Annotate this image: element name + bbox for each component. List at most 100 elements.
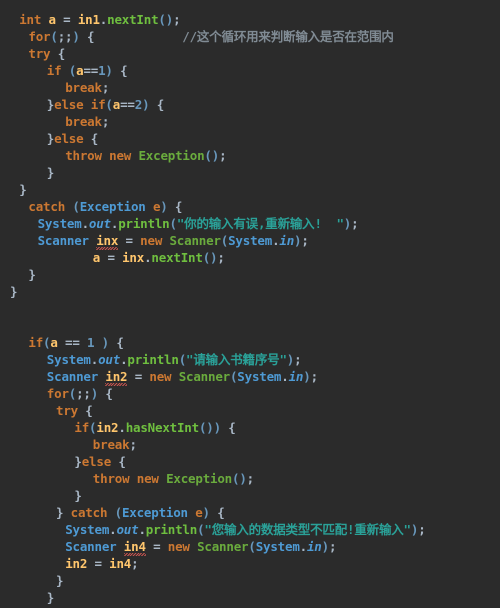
code-token: {	[98, 386, 113, 401]
code-token: System	[237, 369, 282, 384]
code-line[interactable]: }	[0, 589, 500, 606]
code-token: for	[28, 29, 51, 44]
code-line[interactable]: System.out.println("您输入的数据类型不匹配!重新输入");	[0, 521, 500, 538]
code-token: (	[72, 199, 80, 214]
code-token: ==	[65, 335, 80, 350]
code-token: catch	[70, 505, 108, 520]
code-line[interactable]: }	[0, 572, 500, 589]
code-token: ;	[217, 250, 225, 265]
code-line[interactable]: throw new Exception();	[0, 470, 500, 487]
code-line[interactable]: if(a == 1 ) {	[0, 334, 500, 351]
code-token: {	[111, 454, 126, 469]
code-line[interactable]: break;	[0, 113, 500, 130]
code-token: ;;	[57, 29, 73, 44]
code-editor-pane[interactable]: int a = in1.nextInt(); for(;;) { //这个循环用来…	[0, 11, 500, 608]
code-line[interactable]: } catch (Exception e) {	[0, 504, 500, 521]
code-line[interactable]: try {	[0, 45, 500, 62]
code-token: in2	[96, 420, 119, 435]
code-line[interactable]	[0, 317, 500, 334]
code-token: {	[77, 403, 93, 418]
code-token: =	[107, 250, 115, 265]
code-line[interactable]: if(in2.hasNextInt()) {	[0, 419, 500, 436]
code-line[interactable]: break;	[0, 436, 500, 453]
code-line[interactable]: try {	[0, 402, 500, 419]
code-line[interactable]: }else if(a==2) {	[0, 96, 500, 113]
code-token: )	[343, 216, 352, 231]
code-token: in	[279, 233, 295, 248]
code-line[interactable]: for(;;) { //这个循环用来判断输入是否在范围内	[0, 28, 500, 45]
code-token: )	[105, 63, 113, 78]
code-token: new	[149, 369, 172, 384]
code-token: ;	[101, 80, 110, 95]
code-token: hasNextInt	[125, 420, 199, 435]
code-line[interactable]: }	[0, 164, 500, 181]
code-line[interactable]: int a = in1.nextInt();	[0, 11, 500, 28]
code-token: //这个循环用来判断输入是否在范围内	[182, 29, 394, 44]
code-token: Exception	[138, 148, 205, 163]
code-line[interactable]: }	[0, 283, 500, 300]
code-line[interactable]: if (a==1) {	[0, 62, 500, 79]
code-token: .	[281, 369, 289, 384]
code-token: .	[138, 522, 146, 537]
code-token: }	[46, 165, 55, 180]
code-line[interactable]: throw new Exception();	[0, 147, 500, 164]
code-token: nextInt	[151, 250, 203, 265]
code-token: for	[46, 386, 69, 401]
code-line[interactable]: Scanner in4 = new Scanner(System.in);	[0, 538, 500, 556]
code-token: new	[109, 148, 132, 163]
code-token: try	[28, 46, 51, 61]
code-token: 2	[134, 97, 143, 112]
code-token: ;;	[76, 386, 91, 401]
code-token: out	[98, 352, 121, 367]
code-line[interactable]: }	[0, 181, 500, 198]
code-token: ;	[328, 539, 337, 554]
code-line[interactable]: }	[0, 487, 500, 504]
code-token: inx	[96, 233, 119, 250]
code-token: throw	[92, 471, 130, 486]
code-token: )	[101, 335, 110, 350]
code-token: else	[81, 454, 112, 469]
code-token: (	[158, 12, 166, 27]
code-token: catch	[28, 199, 66, 214]
code-line[interactable]	[0, 300, 500, 317]
code-token: {	[220, 420, 236, 435]
code-line[interactable]: a = inx.nextInt();	[0, 249, 500, 266]
code-line[interactable]: System.out.println("你的输入有误,重新输入! ");	[0, 215, 500, 232]
code-token: println	[118, 216, 170, 231]
code-line[interactable]: }else {	[0, 130, 500, 147]
code-token: (	[68, 386, 77, 401]
code-token: in	[306, 539, 322, 554]
code-token: )	[321, 539, 330, 554]
code-token: {	[209, 505, 225, 520]
code-line[interactable]: in2 = in4;	[0, 555, 500, 572]
code-token: new	[167, 539, 190, 554]
code-token: =	[94, 556, 103, 571]
code-token: (	[220, 233, 229, 248]
code-token: }	[74, 488, 82, 503]
code-line[interactable]: for(;;) {	[0, 385, 500, 402]
code-token: println	[145, 522, 198, 537]
code-token: (	[68, 63, 77, 78]
code-line[interactable]: Scanner in2 = new Scanner(System.in);	[0, 368, 500, 386]
code-token: ;	[246, 471, 255, 486]
code-line[interactable]: Scanner inx = new Scanner(System.in);	[0, 232, 500, 250]
code-line[interactable]: }	[0, 266, 500, 283]
code-token: )	[72, 29, 80, 44]
code-token: if	[90, 97, 106, 112]
code-token: )	[202, 505, 211, 520]
code-line[interactable]: break;	[0, 79, 500, 96]
code-token: ;	[310, 369, 319, 384]
code-token: in	[288, 369, 304, 384]
code-line[interactable]: }else {	[0, 453, 500, 470]
code-line[interactable]: catch (Exception e) {	[0, 198, 500, 215]
code-token: (	[178, 352, 187, 367]
code-line[interactable]: System.out.println("请输入书籍序号");	[0, 351, 500, 368]
code-token: ==	[83, 63, 99, 78]
